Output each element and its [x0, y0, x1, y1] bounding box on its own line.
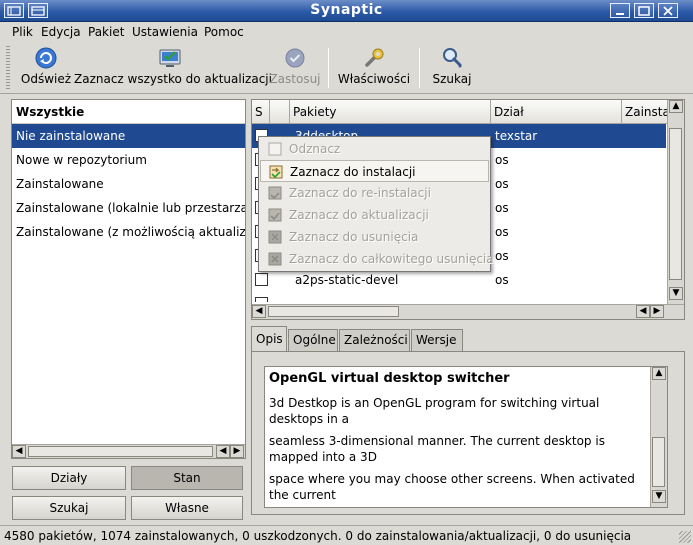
scroll-left-arrow-icon[interactable]: ◀	[636, 305, 650, 318]
tab-description[interactable]: Opis	[251, 326, 287, 353]
properties-icon	[365, 48, 384, 67]
scroll-left-arrow-icon[interactable]: ◀	[252, 305, 266, 318]
close-button[interactable]	[658, 3, 678, 18]
menu-item-unmark[interactable]: Odznacz	[260, 138, 489, 160]
mark-purge-icon	[268, 252, 282, 266]
hscroll-thumb[interactable]	[268, 306, 399, 317]
search-button[interactable]: Szukaj	[427, 46, 477, 90]
package-list-vscrollbar[interactable]: ▲ ▼	[667, 100, 684, 304]
scroll-left-arrow-icon[interactable]: ◀	[12, 445, 26, 458]
scroll-up-arrow-icon[interactable]: ▲	[652, 367, 666, 380]
mark-reinstall-icon	[268, 186, 282, 200]
window-title: Synaptic	[310, 2, 383, 18]
row-checkbox[interactable]	[255, 273, 268, 286]
table-row[interactable]	[252, 292, 666, 302]
scroll-down-arrow-icon[interactable]: ▼	[669, 287, 683, 300]
tab-general[interactable]: Ogólne	[288, 329, 338, 351]
column-header-installed-version[interactable]: Zainsta	[622, 100, 668, 124]
menu-edit[interactable]: Edycja	[41, 25, 81, 39]
column-header-support[interactable]	[270, 100, 290, 124]
scroll-left-arrow-icon[interactable]: ◀	[216, 445, 230, 458]
toolbar: Odśwież Zaznacz wszystko do aktualizacji…	[0, 42, 693, 94]
resize-grip-icon[interactable]	[679, 531, 691, 543]
package-section: os	[495, 153, 509, 167]
package-section: os	[495, 177, 509, 191]
sections-view-button[interactable]: Działy	[12, 466, 126, 490]
package-section: os	[495, 225, 509, 239]
refresh-button[interactable]: Odśwież	[18, 46, 74, 90]
package-name: a2ps-static-devel	[295, 273, 399, 287]
mark-removal-icon	[268, 230, 282, 244]
filter-item-not-installed[interactable]: Nie zainstalowane	[12, 124, 245, 148]
refresh-icon	[35, 47, 57, 69]
properties-button[interactable]: Właściwości	[336, 46, 412, 90]
search-results-view-button[interactable]: Szukaj	[12, 496, 126, 520]
minimize-icon	[616, 12, 624, 15]
maximize-button[interactable]	[634, 3, 654, 18]
menu-file[interactable]: Plik	[12, 25, 33, 39]
description-line: 3d Destkop is an OpenGL program for swit…	[269, 396, 600, 426]
scroll-down-arrow-icon[interactable]: ▼	[652, 490, 666, 503]
unmark-icon	[268, 142, 282, 156]
scroll-right-arrow-icon[interactable]: ▶	[650, 305, 664, 318]
scroll-right-arrow-icon[interactable]: ▶	[230, 445, 244, 458]
package-context-menu: Odznacz Zaznacz do instalacji Zaznacz do…	[258, 136, 494, 272]
filter-list: Wszystkie Nie zainstalowane Nowe w repoz…	[11, 99, 246, 459]
apply-button[interactable]: Zastosuj	[268, 46, 322, 90]
description-text-view[interactable]: OpenGL virtual desktop switcher 3d Destk…	[264, 366, 668, 508]
hscroll-thumb[interactable]	[28, 446, 213, 457]
mark-upgrades-icon	[159, 49, 181, 67]
filter-list-hscrollbar[interactable]: ◀ ◀ ▶	[12, 444, 245, 458]
status-bar: 4580 pakietów, 1074 zainstalowanych, 0 u…	[0, 525, 693, 545]
column-header-packages[interactable]: Pakiety	[290, 100, 491, 124]
package-section: texstar	[495, 129, 538, 143]
row-checkbox[interactable]	[255, 297, 268, 302]
title-bar: Synaptic	[0, 0, 693, 22]
filter-item-new-in-repo[interactable]: Nowe w repozytorium	[12, 148, 245, 172]
description-line: seamless 3-dimensional manner. The curre…	[269, 434, 605, 464]
menu-item-mark-reinstall[interactable]: Zaznacz do re-instalacji	[260, 182, 489, 204]
vscroll-thumb[interactable]	[669, 128, 682, 280]
menu-bar: Plik Edycja Pakiet Ustawienia Pomoc	[0, 22, 693, 42]
description-title: OpenGL virtual desktop switcher	[269, 371, 510, 386]
menu-item-mark-removal[interactable]: Zaznacz do usunięcia	[260, 226, 489, 248]
column-header-status[interactable]: S	[252, 100, 270, 124]
status-text: 4580 pakietów, 1074 zainstalowanych, 0 u…	[4, 529, 632, 543]
filter-item-installed-local-obsolete[interactable]: Zainstalowane (lokalnie lub przestarzałe…	[12, 196, 245, 220]
filter-list-header[interactable]: Wszystkie	[12, 100, 245, 124]
package-list-hscrollbar[interactable]: ◀ ◀ ▶	[252, 304, 684, 319]
filter-item-installed[interactable]: Zainstalowane	[12, 172, 245, 196]
details-panel: OpenGL virtual desktop switcher 3d Destk…	[251, 351, 685, 515]
mark-upgrade-icon	[268, 208, 282, 222]
status-view-button[interactable]: Stan	[131, 466, 243, 490]
menu-help[interactable]: Pomoc	[204, 25, 244, 39]
column-header-section[interactable]: Dział	[491, 100, 622, 124]
menu-settings[interactable]: Ustawienia	[132, 25, 198, 39]
toolbar-grip[interactable]	[6, 46, 10, 90]
filter-item-installed-upgradable[interactable]: Zainstalowane (z możliwością aktualizacj…	[12, 220, 245, 244]
menu-item-mark-purge[interactable]: Zaznacz do całkowitego usunięcia	[260, 248, 494, 270]
mark-install-icon	[269, 165, 283, 179]
menu-item-mark-install[interactable]: Zaznacz do instalacji	[260, 160, 489, 182]
search-icon	[443, 48, 462, 68]
toolbar-separator	[328, 48, 329, 88]
tab-versions[interactable]: Wersje	[411, 329, 463, 351]
vscroll-thumb[interactable]	[652, 437, 665, 487]
package-section: os	[495, 201, 509, 215]
maximize-icon	[638, 5, 650, 16]
menu-item-mark-upgrade[interactable]: Zaznacz do aktualizacji	[260, 204, 489, 226]
package-section: os	[495, 273, 509, 287]
description-line: space where you may choose other screens…	[269, 472, 635, 502]
description-vscrollbar[interactable]: ▲ ▼	[650, 367, 667, 507]
menu-package[interactable]: Pakiet	[88, 25, 124, 39]
apply-icon	[285, 48, 305, 68]
toolbar-separator	[419, 48, 420, 88]
mark-all-upgrades-button[interactable]: Zaznacz wszystko do aktualizacji	[74, 46, 272, 90]
tab-dependencies[interactable]: Zależności	[339, 329, 410, 351]
custom-filters-view-button[interactable]: Własne	[131, 496, 243, 520]
minimize-button[interactable]	[610, 3, 630, 18]
scroll-up-arrow-icon[interactable]: ▲	[669, 100, 683, 113]
package-section: os	[495, 249, 509, 263]
close-icon	[663, 5, 673, 16]
